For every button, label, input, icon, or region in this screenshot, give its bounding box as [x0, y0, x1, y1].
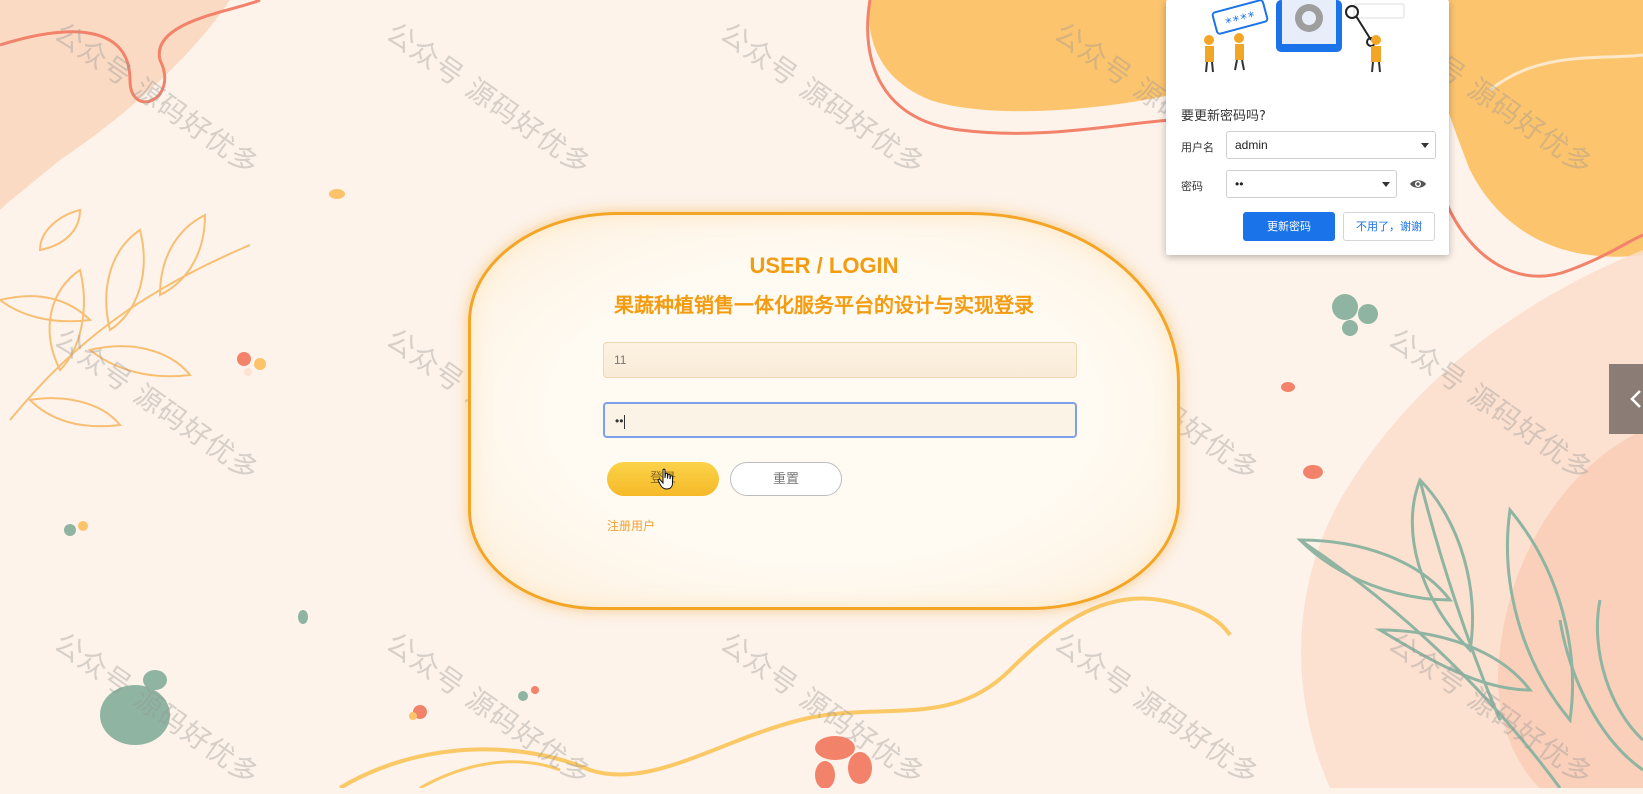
update-password-question: 要更新密码吗?: [1181, 109, 1266, 124]
hand-cursor-icon: [657, 468, 673, 490]
update-password-popup: **** 要更新密码吗? 用户名 admin 密码 •• 更新密码 不用了，谢谢: [1166, 0, 1449, 255]
dismiss-button[interactable]: 不用了，谢谢: [1343, 212, 1435, 241]
popup-username-value: admin: [1235, 138, 1268, 152]
popup-username-select[interactable]: admin: [1226, 131, 1436, 159]
password-input[interactable]: ••: [603, 402, 1077, 438]
side-collapse-tab[interactable]: [1609, 364, 1643, 434]
eye-icon[interactable]: [1409, 176, 1427, 192]
password-illustration: ****: [1204, 0, 1405, 73]
text-caret: [624, 414, 626, 429]
username-input[interactable]: 11: [603, 342, 1077, 378]
popup-password-value: ••: [1235, 177, 1244, 191]
popup-password-label: 密码: [1181, 180, 1203, 193]
popup-username-label: 用户名: [1181, 141, 1214, 154]
login-card: USER / LOGIN 果蔬种植销售一体化服务平台的设计与实现登录 11 ••…: [468, 212, 1180, 610]
password-value: ••: [615, 414, 624, 428]
register-link[interactable]: 注册用户: [607, 517, 655, 534]
popup-password-select[interactable]: ••: [1226, 170, 1397, 198]
reset-button[interactable]: 重置: [730, 462, 842, 496]
update-password-button[interactable]: 更新密码: [1243, 212, 1335, 241]
login-title: USER / LOGIN: [749, 253, 899, 278]
dropdown-arrow-icon: [1421, 143, 1429, 148]
username-value: 11: [614, 353, 627, 367]
chevron-left-icon: [1630, 390, 1641, 408]
login-subtitle: 果蔬种植销售一体化服务平台的设计与实现登录: [614, 293, 1034, 317]
dropdown-arrow-icon: [1382, 182, 1390, 187]
